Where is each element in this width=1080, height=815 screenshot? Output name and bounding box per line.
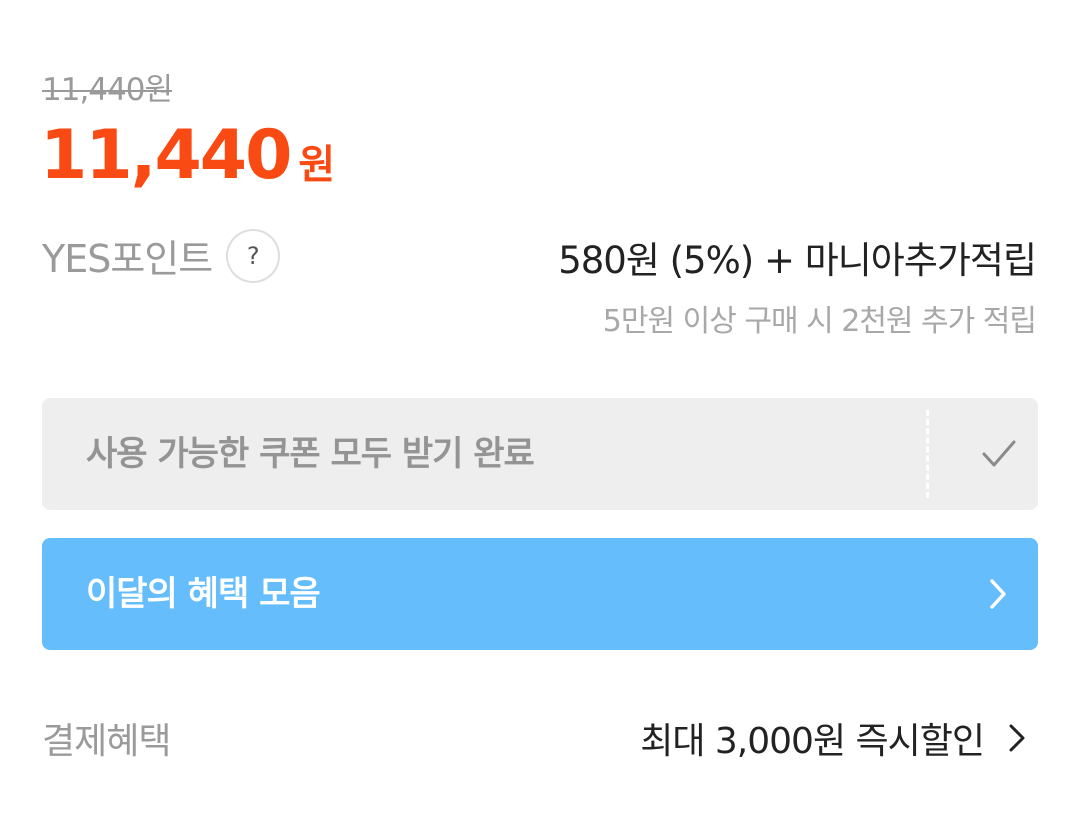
points-label: YES포인트 bbox=[42, 237, 213, 281]
original-price: 11,440원 bbox=[42, 72, 173, 108]
payment-benefits-label: 결제혜택 bbox=[42, 721, 171, 762]
sale-price-amount: 11,440 bbox=[40, 116, 292, 195]
coupon-divider bbox=[926, 410, 929, 498]
monthly-benefits-label: 이달의 혜택 모음 bbox=[86, 574, 321, 614]
price-benefit-panel: 11,440원 11,440 원 YES포인트 ? 580원 (5%) + 마니… bbox=[0, 0, 1080, 815]
points-label-row: YES포인트 ? bbox=[42, 228, 281, 283]
coupon-download-button[interactable]: 사용 가능한 쿠폰 모두 받기 완료 bbox=[42, 398, 1038, 510]
help-icon-glyph: ? bbox=[246, 241, 260, 270]
payment-benefits-value: 최대 3,000원 즉시할인 bbox=[640, 721, 985, 762]
check-icon bbox=[960, 398, 1038, 510]
sale-price: 11,440 원 bbox=[40, 116, 335, 195]
chevron-right-icon bbox=[1008, 723, 1026, 753]
help-icon[interactable]: ? bbox=[226, 228, 281, 283]
payment-benefits-link[interactable]: 최대 3,000원 즉시할인 bbox=[640, 712, 1026, 764]
chevron-right-icon bbox=[988, 538, 1008, 650]
monthly-benefits-button[interactable]: 이달의 혜택 모음 bbox=[42, 538, 1038, 650]
points-value: 580원 (5%) + 마니아추가적립 bbox=[558, 239, 1037, 282]
sale-price-unit: 원 bbox=[298, 142, 336, 188]
coupon-label: 사용 가능한 쿠폰 모두 받기 완료 bbox=[86, 434, 535, 474]
points-note: 5만원 이상 구매 시 2천원 추가 적립 bbox=[602, 304, 1037, 339]
